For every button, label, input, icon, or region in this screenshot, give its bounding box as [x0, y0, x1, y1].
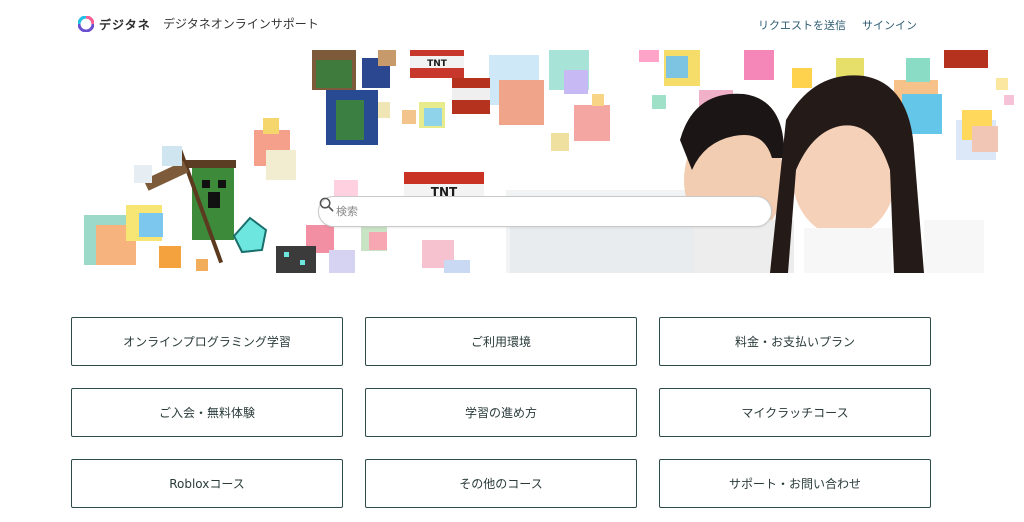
category-enrollment-button[interactable]: ご入会・無料体験: [71, 388, 343, 437]
logo-mark-icon: [78, 16, 94, 32]
header-nav: リクエストを送信 サインイン: [758, 17, 917, 33]
logo-text: デジタネ: [99, 17, 151, 32]
category-environment-button[interactable]: ご利用環境: [365, 317, 637, 366]
category-support-button[interactable]: サポート・お問い合わせ: [659, 459, 931, 508]
tnt-label: TNT: [427, 59, 448, 69]
hero-banner: TNT TNT: [44, 50, 1021, 273]
brand-logo[interactable]: デジタネ: [78, 14, 151, 34]
category-pricing-button[interactable]: 料金・お支払いプラン: [659, 317, 931, 366]
site-header: デジタネ デジタネオンラインサポート リクエストを送信 サインイン: [0, 0, 1024, 50]
category-micratch-button[interactable]: マイクラッチコース: [659, 388, 931, 437]
category-other-courses-button[interactable]: その他のコース: [365, 459, 637, 508]
site-title: デジタネオンラインサポート: [163, 17, 319, 31]
green-character-decoration: [312, 50, 396, 145]
sign-in-link[interactable]: サインイン: [862, 17, 917, 33]
hero-illustration: TNT TNT: [84, 50, 1014, 273]
creeper-banner-decoration: [134, 146, 236, 264]
category-grid: オンラインプログラミング学習 ご利用環境 料金・お支払いプラン ご入会・無料体験…: [71, 317, 932, 508]
search-input[interactable]: [336, 205, 736, 218]
category-roblox-button[interactable]: Robloxコース: [71, 459, 343, 508]
category-learning-method-button[interactable]: 学習の進め方: [365, 388, 637, 437]
submit-request-link[interactable]: リクエストを送信: [758, 17, 846, 33]
search-bar[interactable]: [318, 196, 772, 227]
search-icon: [319, 197, 334, 212]
category-online-programming-button[interactable]: オンラインプログラミング学習: [71, 317, 343, 366]
